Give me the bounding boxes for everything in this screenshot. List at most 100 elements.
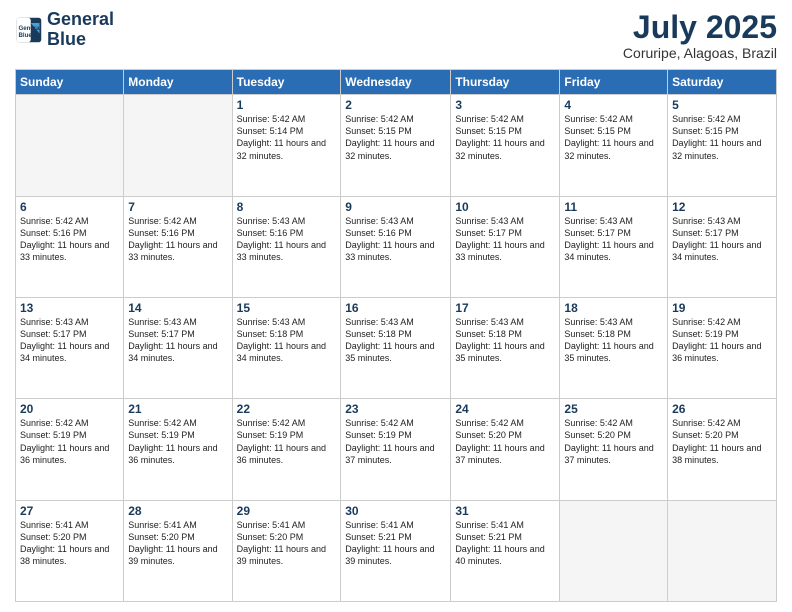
- calendar-cell: 14Sunrise: 5:43 AM Sunset: 5:17 PM Dayli…: [124, 297, 232, 398]
- calendar-cell: 4Sunrise: 5:42 AM Sunset: 5:15 PM Daylig…: [560, 95, 668, 196]
- day-number: 20: [20, 402, 119, 416]
- svg-text:General: General: [19, 25, 42, 32]
- cell-info: Sunrise: 5:43 AM Sunset: 5:18 PM Dayligh…: [564, 316, 663, 365]
- calendar-cell: 7Sunrise: 5:42 AM Sunset: 5:16 PM Daylig…: [124, 196, 232, 297]
- logo-line1: General: [47, 9, 114, 29]
- day-number: 19: [672, 301, 772, 315]
- cell-info: Sunrise: 5:43 AM Sunset: 5:16 PM Dayligh…: [237, 215, 337, 264]
- calendar-cell: 22Sunrise: 5:42 AM Sunset: 5:19 PM Dayli…: [232, 399, 341, 500]
- day-number: 5: [672, 98, 772, 112]
- day-number: 6: [20, 200, 119, 214]
- cell-info: Sunrise: 5:43 AM Sunset: 5:17 PM Dayligh…: [128, 316, 227, 365]
- day-number: 2: [345, 98, 446, 112]
- cell-info: Sunrise: 5:42 AM Sunset: 5:20 PM Dayligh…: [455, 417, 555, 466]
- calendar-week-row: 13Sunrise: 5:43 AM Sunset: 5:17 PM Dayli…: [16, 297, 777, 398]
- day-number: 24: [455, 402, 555, 416]
- calendar-cell: 18Sunrise: 5:43 AM Sunset: 5:18 PM Dayli…: [560, 297, 668, 398]
- cell-info: Sunrise: 5:43 AM Sunset: 5:16 PM Dayligh…: [345, 215, 446, 264]
- day-number: 4: [564, 98, 663, 112]
- day-number: 23: [345, 402, 446, 416]
- logo-icon: General Blue: [15, 16, 43, 44]
- calendar-cell: 20Sunrise: 5:42 AM Sunset: 5:19 PM Dayli…: [16, 399, 124, 500]
- calendar-week-row: 27Sunrise: 5:41 AM Sunset: 5:20 PM Dayli…: [16, 500, 777, 601]
- calendar-cell: 25Sunrise: 5:42 AM Sunset: 5:20 PM Dayli…: [560, 399, 668, 500]
- weekday-header: Sunday: [16, 70, 124, 95]
- cell-info: Sunrise: 5:43 AM Sunset: 5:18 PM Dayligh…: [237, 316, 337, 365]
- cell-info: Sunrise: 5:42 AM Sunset: 5:19 PM Dayligh…: [345, 417, 446, 466]
- cell-info: Sunrise: 5:42 AM Sunset: 5:15 PM Dayligh…: [455, 113, 555, 162]
- calendar-cell: 30Sunrise: 5:41 AM Sunset: 5:21 PM Dayli…: [341, 500, 451, 601]
- day-number: 22: [237, 402, 337, 416]
- title-block: July 2025 Coruripe, Alagoas, Brazil: [623, 10, 777, 61]
- logo: General Blue General Blue: [15, 10, 114, 50]
- calendar-cell: 6Sunrise: 5:42 AM Sunset: 5:16 PM Daylig…: [16, 196, 124, 297]
- calendar-cell: 16Sunrise: 5:43 AM Sunset: 5:18 PM Dayli…: [341, 297, 451, 398]
- day-number: 8: [237, 200, 337, 214]
- calendar-cell: 3Sunrise: 5:42 AM Sunset: 5:15 PM Daylig…: [451, 95, 560, 196]
- cell-info: Sunrise: 5:42 AM Sunset: 5:19 PM Dayligh…: [20, 417, 119, 466]
- weekday-header: Thursday: [451, 70, 560, 95]
- weekday-header: Friday: [560, 70, 668, 95]
- cell-info: Sunrise: 5:42 AM Sunset: 5:16 PM Dayligh…: [20, 215, 119, 264]
- day-number: 15: [237, 301, 337, 315]
- calendar-cell: 17Sunrise: 5:43 AM Sunset: 5:18 PM Dayli…: [451, 297, 560, 398]
- day-number: 12: [672, 200, 772, 214]
- cell-info: Sunrise: 5:42 AM Sunset: 5:19 PM Dayligh…: [237, 417, 337, 466]
- calendar-table: SundayMondayTuesdayWednesdayThursdayFrid…: [15, 69, 777, 602]
- cell-info: Sunrise: 5:41 AM Sunset: 5:21 PM Dayligh…: [455, 519, 555, 568]
- cell-info: Sunrise: 5:42 AM Sunset: 5:15 PM Dayligh…: [345, 113, 446, 162]
- day-number: 13: [20, 301, 119, 315]
- day-number: 17: [455, 301, 555, 315]
- calendar-week-row: 6Sunrise: 5:42 AM Sunset: 5:16 PM Daylig…: [16, 196, 777, 297]
- cell-info: Sunrise: 5:41 AM Sunset: 5:20 PM Dayligh…: [128, 519, 227, 568]
- weekday-header: Monday: [124, 70, 232, 95]
- calendar-cell: 9Sunrise: 5:43 AM Sunset: 5:16 PM Daylig…: [341, 196, 451, 297]
- calendar-week-row: 1Sunrise: 5:42 AM Sunset: 5:14 PM Daylig…: [16, 95, 777, 196]
- cell-info: Sunrise: 5:43 AM Sunset: 5:18 PM Dayligh…: [455, 316, 555, 365]
- svg-text:Blue: Blue: [19, 32, 33, 39]
- calendar-cell: 8Sunrise: 5:43 AM Sunset: 5:16 PM Daylig…: [232, 196, 341, 297]
- main-title: July 2025: [623, 10, 777, 45]
- calendar-cell: 27Sunrise: 5:41 AM Sunset: 5:20 PM Dayli…: [16, 500, 124, 601]
- calendar-cell: 12Sunrise: 5:43 AM Sunset: 5:17 PM Dayli…: [668, 196, 777, 297]
- weekday-header: Wednesday: [341, 70, 451, 95]
- cell-info: Sunrise: 5:42 AM Sunset: 5:20 PM Dayligh…: [672, 417, 772, 466]
- logo-line2: Blue: [47, 29, 86, 49]
- cell-info: Sunrise: 5:41 AM Sunset: 5:20 PM Dayligh…: [20, 519, 119, 568]
- calendar-cell: [560, 500, 668, 601]
- calendar-cell: [668, 500, 777, 601]
- calendar-cell: 21Sunrise: 5:42 AM Sunset: 5:19 PM Dayli…: [124, 399, 232, 500]
- calendar-cell: 19Sunrise: 5:42 AM Sunset: 5:19 PM Dayli…: [668, 297, 777, 398]
- cell-info: Sunrise: 5:42 AM Sunset: 5:16 PM Dayligh…: [128, 215, 227, 264]
- weekday-header: Saturday: [668, 70, 777, 95]
- cell-info: Sunrise: 5:42 AM Sunset: 5:15 PM Dayligh…: [564, 113, 663, 162]
- day-number: 1: [237, 98, 337, 112]
- calendar-cell: 31Sunrise: 5:41 AM Sunset: 5:21 PM Dayli…: [451, 500, 560, 601]
- calendar-cell: 13Sunrise: 5:43 AM Sunset: 5:17 PM Dayli…: [16, 297, 124, 398]
- cell-info: Sunrise: 5:43 AM Sunset: 5:17 PM Dayligh…: [455, 215, 555, 264]
- calendar-week-row: 20Sunrise: 5:42 AM Sunset: 5:19 PM Dayli…: [16, 399, 777, 500]
- day-number: 10: [455, 200, 555, 214]
- cell-info: Sunrise: 5:43 AM Sunset: 5:17 PM Dayligh…: [672, 215, 772, 264]
- calendar-cell: 29Sunrise: 5:41 AM Sunset: 5:20 PM Dayli…: [232, 500, 341, 601]
- calendar-cell: 11Sunrise: 5:43 AM Sunset: 5:17 PM Dayli…: [560, 196, 668, 297]
- calendar-cell: 1Sunrise: 5:42 AM Sunset: 5:14 PM Daylig…: [232, 95, 341, 196]
- day-number: 29: [237, 504, 337, 518]
- weekday-header: Tuesday: [232, 70, 341, 95]
- day-number: 28: [128, 504, 227, 518]
- cell-info: Sunrise: 5:43 AM Sunset: 5:18 PM Dayligh…: [345, 316, 446, 365]
- cell-info: Sunrise: 5:42 AM Sunset: 5:15 PM Dayligh…: [672, 113, 772, 162]
- calendar-cell: 5Sunrise: 5:42 AM Sunset: 5:15 PM Daylig…: [668, 95, 777, 196]
- page: General Blue General Blue July 2025 Coru…: [0, 0, 792, 612]
- cell-info: Sunrise: 5:41 AM Sunset: 5:21 PM Dayligh…: [345, 519, 446, 568]
- subtitle: Coruripe, Alagoas, Brazil: [623, 45, 777, 61]
- cell-info: Sunrise: 5:41 AM Sunset: 5:20 PM Dayligh…: [237, 519, 337, 568]
- cell-info: Sunrise: 5:42 AM Sunset: 5:14 PM Dayligh…: [237, 113, 337, 162]
- day-number: 7: [128, 200, 227, 214]
- day-number: 14: [128, 301, 227, 315]
- logo-text: General Blue: [47, 10, 114, 50]
- cell-info: Sunrise: 5:43 AM Sunset: 5:17 PM Dayligh…: [20, 316, 119, 365]
- day-number: 26: [672, 402, 772, 416]
- cell-info: Sunrise: 5:42 AM Sunset: 5:19 PM Dayligh…: [672, 316, 772, 365]
- day-number: 21: [128, 402, 227, 416]
